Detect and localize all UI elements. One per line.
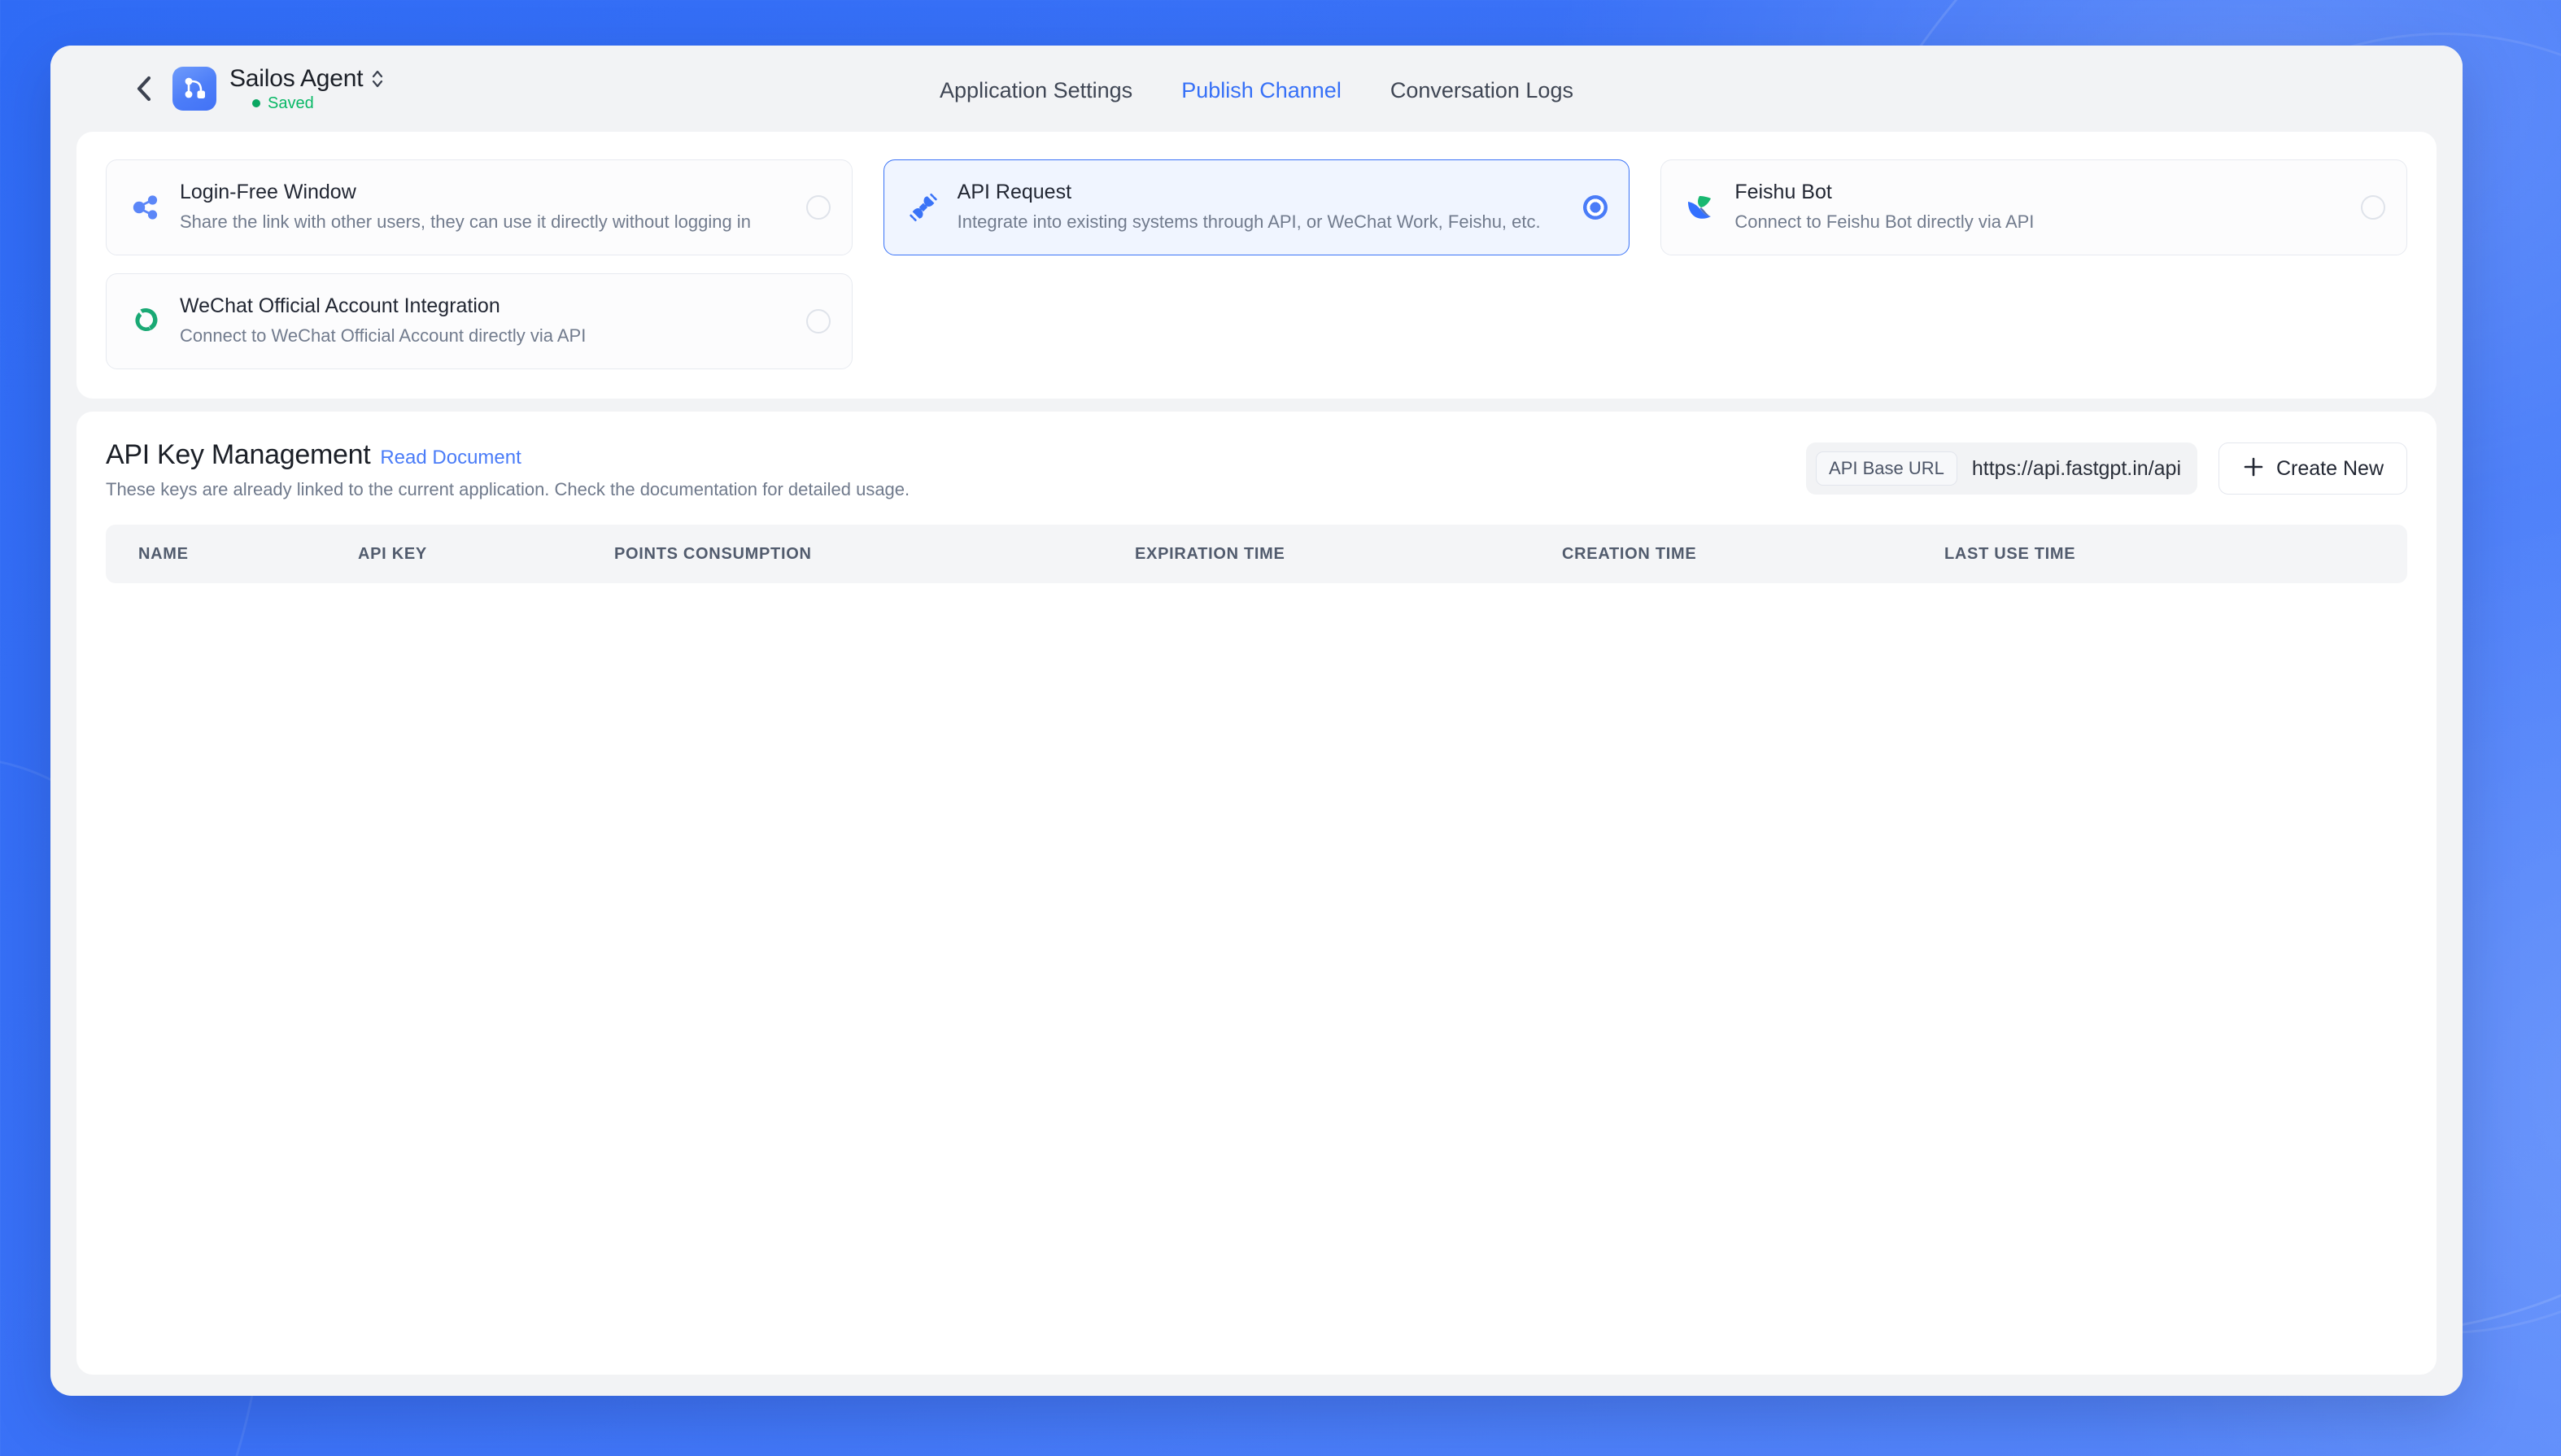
api-key-subtitle: These keys are already linked to the cur…: [106, 479, 910, 500]
channel-title: Login-Free Window: [180, 181, 790, 204]
channel-card-feishu-bot[interactable]: Feishu Bot Connect to Feishu Bot directl…: [1660, 159, 2407, 255]
channel-radio-api-request[interactable]: [1583, 195, 1608, 220]
app-title-row: Sailos Agent: [229, 65, 384, 93]
main-tabs: Application Settings Publish Channel Con…: [938, 75, 1575, 107]
status-dot-icon: [252, 99, 260, 107]
api-key-table-body: [106, 583, 2407, 1375]
api-key-heading-block: API Key Management Read Document These k…: [106, 439, 910, 500]
channel-title: WeChat Official Account Integration: [180, 294, 790, 318]
plug-connector-icon: [905, 190, 941, 225]
create-new-button[interactable]: Create New: [2219, 442, 2407, 495]
channel-grid: Login-Free Window Share the link with ot…: [106, 159, 2407, 369]
channel-title: API Request: [958, 181, 1568, 204]
channel-radio-wechat-official-account[interactable]: [806, 309, 831, 333]
app-logo-icon: [172, 67, 216, 111]
channel-card-login-free-window[interactable]: Login-Free Window Share the link with ot…: [106, 159, 853, 255]
channel-description: Connect to Feishu Bot directly via API: [1734, 210, 2345, 234]
publish-channels-panel: Login-Free Window Share the link with ot…: [76, 132, 2437, 399]
feishu-bird-icon: [1682, 190, 1718, 225]
api-base-url-chip[interactable]: API Base URL https://api.fastgpt.in/api: [1806, 442, 2197, 495]
table-column-last-use-time: LAST USE TIME: [1944, 545, 2375, 564]
channel-title: Feishu Bot: [1734, 181, 2345, 204]
api-base-url-value: https://api.fastgpt.in/api: [1972, 457, 2181, 481]
channel-text: Feishu Bot Connect to Feishu Bot directl…: [1734, 181, 2345, 234]
status-badge: Saved: [252, 94, 384, 113]
channel-grid-filler: [1660, 273, 2407, 369]
channel-text: WeChat Official Account Integration Conn…: [180, 294, 790, 348]
wechat-official-icon: [128, 303, 164, 339]
channel-radio-feishu-bot[interactable]: [2361, 195, 2385, 220]
table-column-name: NAME: [138, 545, 358, 564]
api-key-header: API Key Management Read Document These k…: [106, 439, 2407, 500]
tab-conversation-logs[interactable]: Conversation Logs: [1389, 75, 1575, 107]
app-identity: Sailos Agent Saved: [172, 65, 384, 113]
share-nodes-icon: [128, 190, 164, 225]
tab-application-settings[interactable]: Application Settings: [938, 75, 1134, 107]
table-column-expiration-time: EXPIRATION TIME: [1135, 545, 1562, 564]
api-key-management-panel: API Key Management Read Document These k…: [76, 412, 2437, 1375]
plus-icon: [2242, 456, 2265, 482]
channel-text: Login-Free Window Share the link with ot…: [180, 181, 790, 234]
api-key-actions: API Base URL https://api.fastgpt.in/api …: [1806, 439, 2407, 495]
channel-description: Share the link with other users, they ca…: [180, 210, 790, 234]
create-new-button-label: Create New: [2276, 457, 2384, 481]
chevron-updown-icon[interactable]: [371, 68, 384, 90]
api-key-heading-row: API Key Management Read Document: [106, 439, 910, 471]
tab-publish-channel[interactable]: Publish Channel: [1180, 75, 1343, 107]
channel-radio-login-free-window[interactable]: [806, 195, 831, 220]
channel-description: Connect to WeChat Official Account direc…: [180, 324, 790, 348]
app-window: Sailos Agent Saved Application Settings …: [50, 46, 2463, 1396]
table-column-creation-time: CREATION TIME: [1562, 545, 1944, 564]
channel-card-api-request[interactable]: API Request Integrate into existing syst…: [883, 159, 1630, 255]
channel-grid-filler: [883, 273, 1630, 369]
table-column-api-key: API KEY: [358, 545, 614, 564]
api-key-title: API Key Management: [106, 439, 370, 471]
api-key-table-header: NAME API KEY POINTS CONSUMPTION EXPIRATI…: [106, 525, 2407, 583]
app-body: Login-Free Window Share the link with ot…: [50, 132, 2463, 1396]
app-meta: Sailos Agent Saved: [229, 65, 384, 113]
table-column-points-consumption: POINTS CONSUMPTION: [614, 545, 1135, 564]
app-header: Sailos Agent Saved Application Settings …: [50, 46, 2463, 132]
status-label: Saved: [268, 94, 314, 113]
channel-description: Integrate into existing systems through …: [958, 210, 1568, 234]
api-base-url-label[interactable]: API Base URL: [1816, 451, 1957, 486]
page-title: Sailos Agent: [229, 65, 363, 93]
channel-text: API Request Integrate into existing syst…: [958, 181, 1568, 234]
channel-card-wechat-official-account[interactable]: WeChat Official Account Integration Conn…: [106, 273, 853, 369]
back-button[interactable]: [130, 75, 158, 102]
read-document-link[interactable]: Read Document: [380, 447, 521, 469]
chevron-left-icon: [133, 75, 155, 102]
